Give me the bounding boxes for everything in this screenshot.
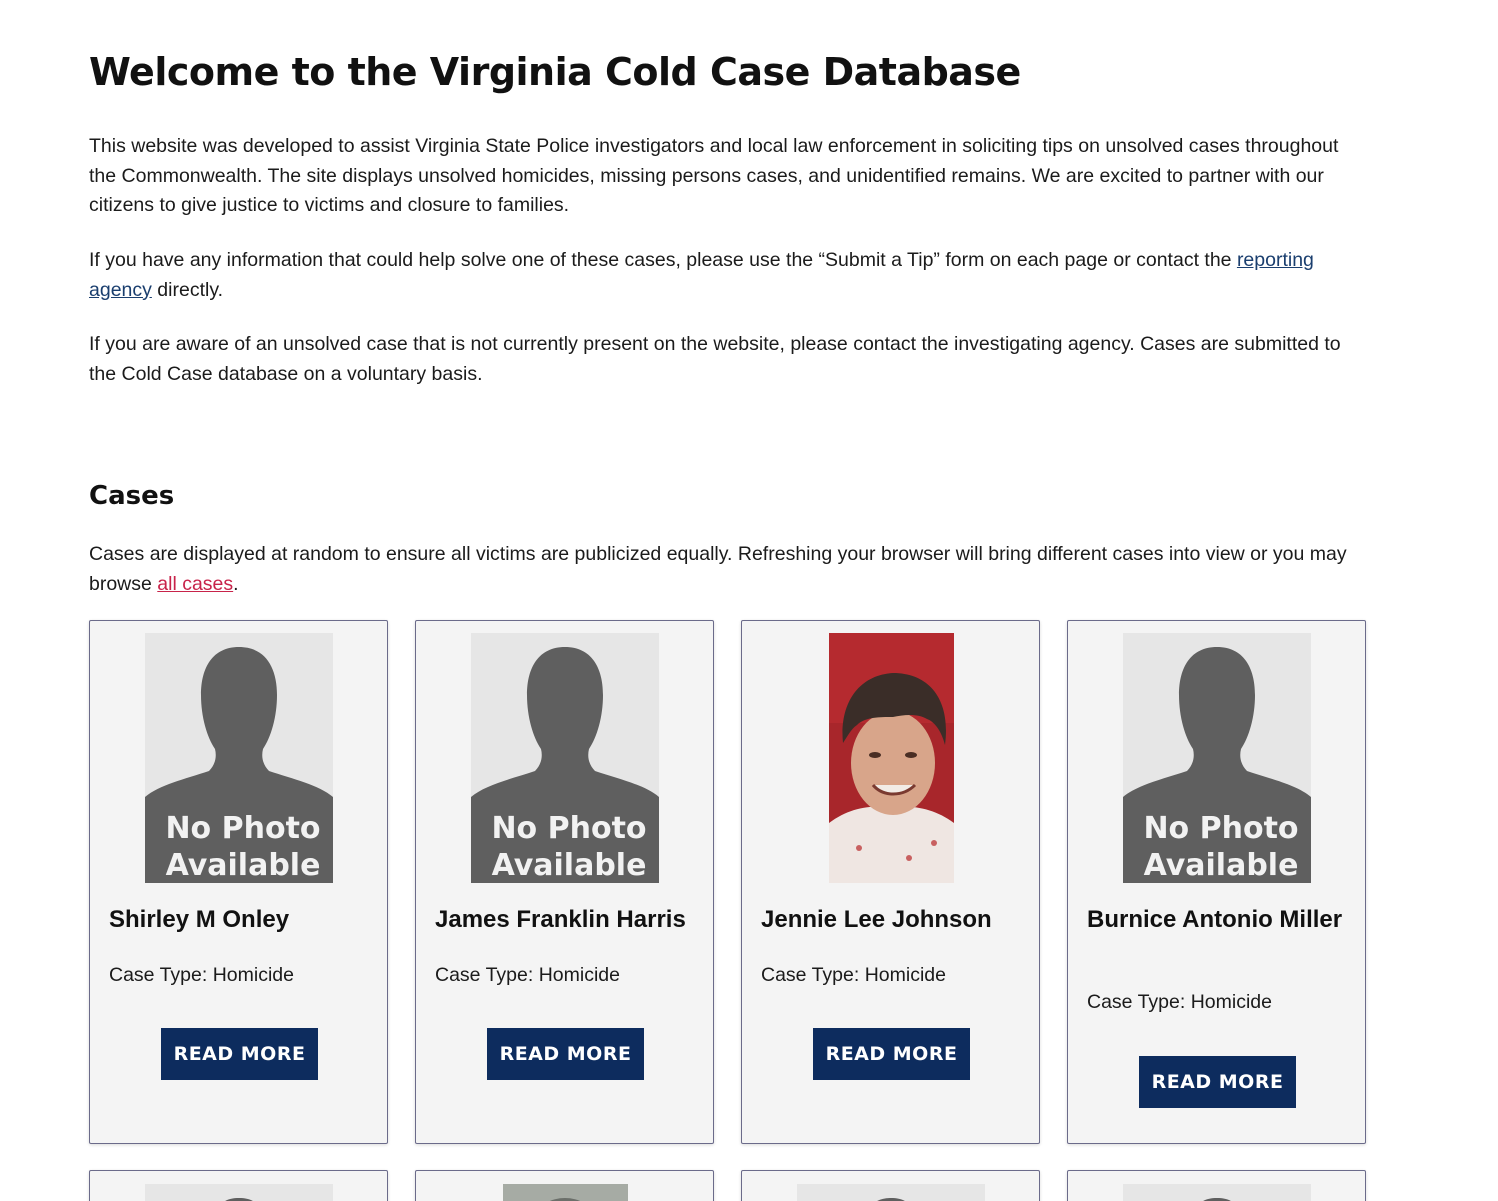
case-name[interactable]: James Franklin Harris bbox=[435, 906, 705, 934]
case-type: Case Type: Homicide bbox=[435, 964, 620, 986]
case-card[interactable]: Jennie Lee Johnson Case Type: Homicide R… bbox=[741, 620, 1040, 1144]
intro-paragraph-2: If you have any information that could h… bbox=[89, 246, 1369, 305]
no-photo-line-2: Available bbox=[166, 848, 321, 883]
victim-photo[interactable] bbox=[829, 633, 954, 883]
silhouette-icon: No Photo Available bbox=[471, 633, 659, 883]
no-photo-line-1: No Photo bbox=[165, 811, 320, 846]
no-photo-placeholder[interactable]: No Photo Available bbox=[1123, 633, 1311, 883]
intro-paragraph-2-tail: directly. bbox=[151, 278, 224, 301]
case-card[interactable]: No Photo Available James Franklin Harris… bbox=[415, 620, 714, 1144]
case-type: Case Type: Homicide bbox=[761, 964, 946, 986]
case-card-partial[interactable] bbox=[1067, 1170, 1366, 1201]
page: Welcome to the Virginia Cold Case Databa… bbox=[0, 0, 1498, 1201]
silhouette-icon bbox=[1203, 1198, 1231, 1201]
no-photo-line-1: No Photo bbox=[1143, 811, 1298, 846]
case-card-partial[interactable] bbox=[741, 1170, 1040, 1201]
no-photo-placeholder[interactable]: No Photo Available bbox=[145, 633, 333, 883]
silhouette-icon: No Photo Available bbox=[1123, 633, 1311, 883]
case-name[interactable]: Shirley M Onley bbox=[109, 906, 379, 934]
case-card-partial[interactable] bbox=[415, 1170, 714, 1201]
silhouette-icon bbox=[877, 1198, 905, 1201]
case-card[interactable]: No Photo Available Shirley M Onley Case … bbox=[89, 620, 388, 1144]
cases-description-text: Cases are displayed at random to ensure … bbox=[89, 543, 1347, 595]
portrait-image bbox=[829, 633, 954, 883]
no-photo-placeholder[interactable] bbox=[145, 1184, 333, 1201]
all-cases-link[interactable]: all cases bbox=[157, 573, 233, 595]
victim-photo[interactable] bbox=[503, 1184, 628, 1201]
no-photo-placeholder[interactable] bbox=[1123, 1184, 1311, 1201]
case-card-partial[interactable] bbox=[89, 1170, 388, 1201]
case-type: Case Type: Homicide bbox=[1087, 991, 1272, 1013]
case-name[interactable]: Burnice Antonio Miller bbox=[1087, 906, 1357, 934]
no-photo-line-2: Available bbox=[1144, 848, 1299, 883]
read-more-button[interactable]: READ MORE bbox=[161, 1028, 318, 1080]
silhouette-icon bbox=[225, 1198, 253, 1201]
page-title: Welcome to the Virginia Cold Case Databa… bbox=[89, 50, 1021, 94]
read-more-button[interactable]: READ MORE bbox=[813, 1028, 970, 1080]
cases-description-tail: . bbox=[233, 572, 239, 595]
intro-paragraph-3: If you are aware of an unsolved case tha… bbox=[89, 333, 1341, 385]
case-card[interactable]: No Photo Available Burnice Antonio Mille… bbox=[1067, 620, 1366, 1144]
portrait-image bbox=[503, 1184, 628, 1201]
intro-paragraph-2-text: If you have any information that could h… bbox=[89, 249, 1237, 271]
case-name[interactable]: Jennie Lee Johnson bbox=[761, 906, 1031, 934]
read-more-button[interactable]: READ MORE bbox=[487, 1028, 644, 1080]
no-photo-line-2: Available bbox=[492, 848, 647, 883]
no-photo-placeholder[interactable]: No Photo Available bbox=[471, 633, 659, 883]
case-type: Case Type: Homicide bbox=[109, 964, 294, 986]
silhouette-icon: No Photo Available bbox=[145, 633, 333, 883]
no-photo-placeholder[interactable] bbox=[797, 1184, 985, 1201]
intro-paragraph-1: This website was developed to assist Vir… bbox=[89, 135, 1339, 216]
no-photo-line-1: No Photo bbox=[491, 811, 646, 846]
cases-heading: Cases bbox=[89, 481, 175, 511]
cases-description: Cases are displayed at random to ensure … bbox=[89, 540, 1369, 599]
read-more-button[interactable]: READ MORE bbox=[1139, 1056, 1296, 1108]
